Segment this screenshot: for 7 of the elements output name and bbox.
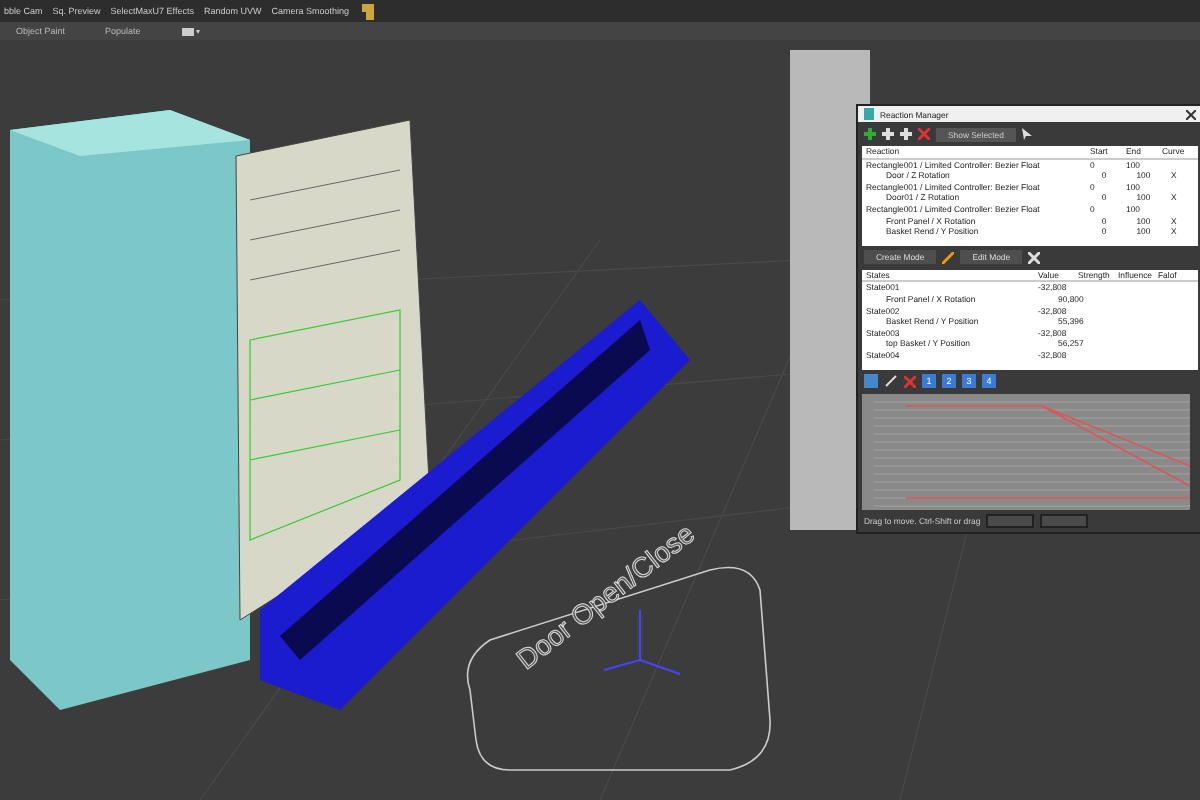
add-icon[interactable]	[864, 128, 876, 140]
close-icon[interactable]	[1186, 109, 1196, 119]
input-field[interactable]	[986, 513, 1035, 527]
pointer-icon[interactable]	[1021, 128, 1032, 140]
display-icon[interactable]	[180, 25, 201, 37]
input-field[interactable]	[1040, 513, 1089, 527]
app-icon	[864, 108, 874, 120]
